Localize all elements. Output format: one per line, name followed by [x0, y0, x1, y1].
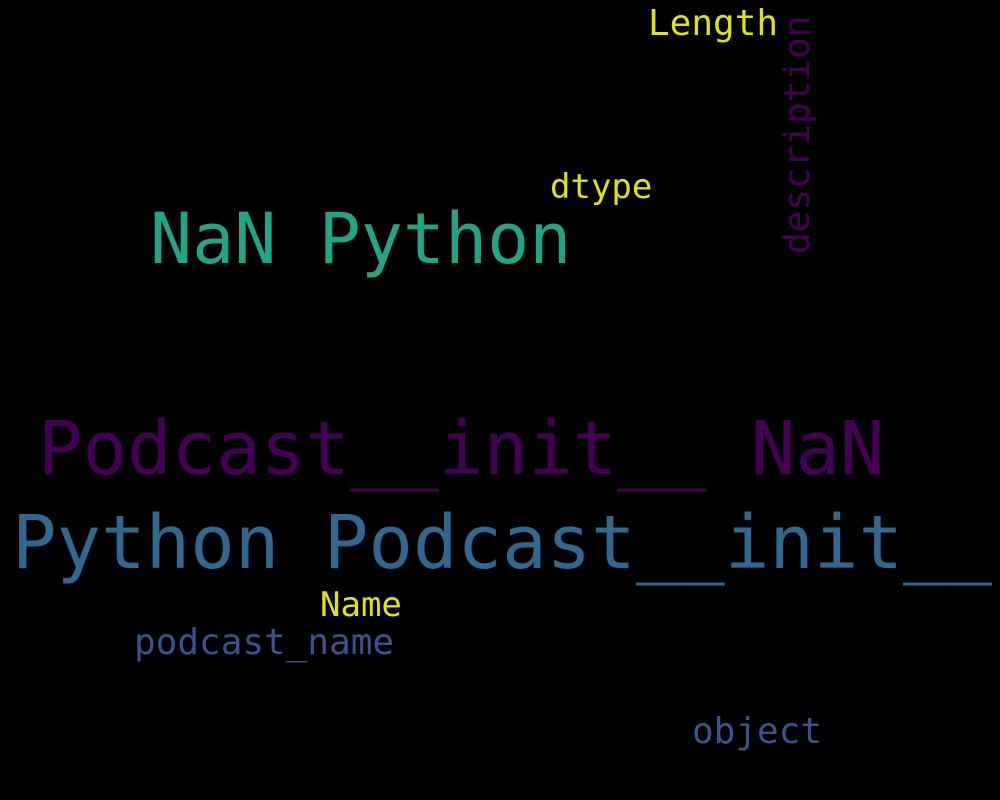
word-object: object [692, 711, 823, 752]
word-dtype: dtype [550, 167, 653, 207]
word-name: Name [320, 585, 402, 625]
word-nan-python: NaN Python [150, 198, 572, 280]
word-python-podcast-init: Python Podcast__init__ [12, 500, 993, 586]
word-podcast-init-nan: Podcast__init__ NaN [38, 406, 885, 492]
word-podcast-name: podcast_name [134, 622, 395, 663]
word-length: Length [648, 3, 779, 44]
word-cloud: Python Podcast__init__ Podcast__init__ N… [0, 0, 1000, 800]
word-description: description [777, 15, 818, 254]
